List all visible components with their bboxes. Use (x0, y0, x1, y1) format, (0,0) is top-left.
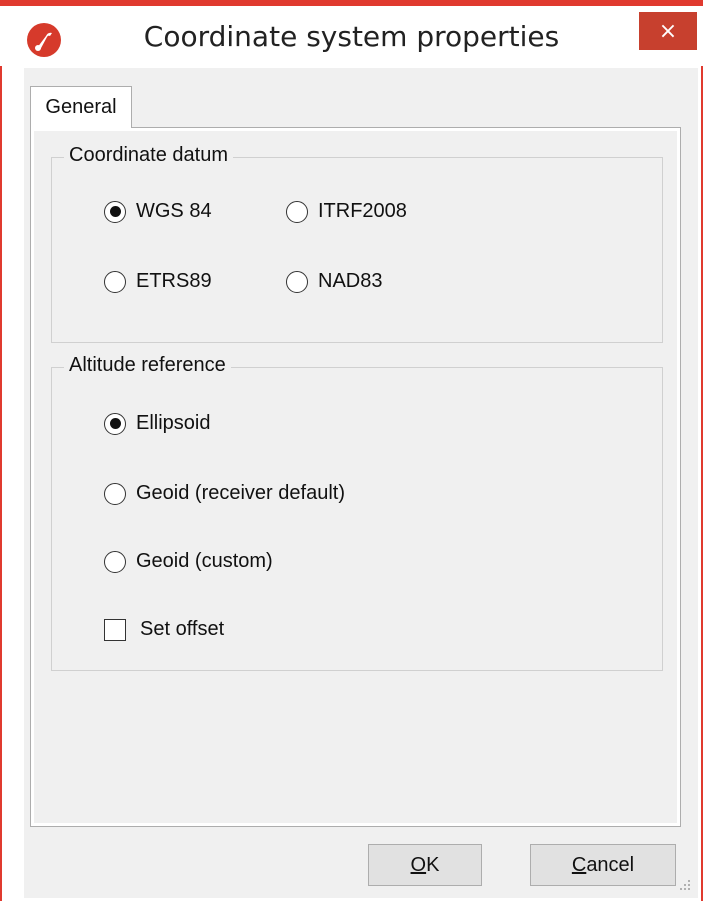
radio-itrf2008[interactable]: ITRF2008 (286, 200, 407, 223)
radio-ellipsoid-label: Ellipsoid (136, 412, 211, 434)
set-offset-checkbox-indicator (104, 618, 126, 641)
coordinate-datum-legend: Coordinate datum (64, 144, 233, 167)
window-frame-left (0, 6, 2, 901)
radio-wgs84[interactable]: WGS 84 (104, 200, 212, 223)
radio-etrs89-label: ETRS89 (136, 270, 212, 292)
altitude-reference-group: Altitude reference Ellipsoid Geoid (rece… (51, 354, 663, 671)
set-offset-checkbox[interactable]: Set offset (104, 618, 224, 641)
radio-wgs84-label: WGS 84 (136, 200, 212, 222)
radio-itrf2008-label: ITRF2008 (318, 200, 407, 222)
radio-ellipsoid-indicator (104, 412, 126, 435)
radio-etrs89-indicator (104, 270, 126, 293)
ok-button[interactable]: OK (368, 844, 482, 886)
dialog-client-area: General Coordinate datum WGS 84 ITRF2008 (24, 68, 698, 898)
cancel-button[interactable]: Cancel (530, 844, 676, 886)
tab-general[interactable]: General (30, 86, 132, 128)
dialog-window: Coordinate system properties × General C… (0, 0, 703, 901)
radio-selected-dot (109, 418, 121, 429)
radio-nad83[interactable]: NAD83 (286, 270, 382, 293)
tab-panel-general: Coordinate datum WGS 84 ITRF2008 ETRS89 (30, 127, 681, 827)
radio-geoid-receiver-default[interactable]: Geoid (receiver default) (104, 482, 345, 505)
title-bar[interactable]: Coordinate system properties × (0, 6, 703, 66)
radio-wgs84-indicator (104, 200, 126, 223)
radio-nad83-indicator (286, 270, 308, 293)
radio-itrf2008-indicator (286, 200, 308, 223)
close-icon: × (658, 18, 678, 44)
radio-ellipsoid[interactable]: Ellipsoid (104, 412, 210, 435)
window-title: Coordinate system properties (143, 20, 560, 53)
radio-geoid-custom-indicator (104, 550, 126, 573)
radio-geoid-custom-label: Geoid (custom) (136, 550, 273, 572)
cancel-button-label: Cancel (571, 853, 635, 876)
ok-button-label: OK (410, 853, 440, 876)
radio-geoid-receiver-default-indicator (104, 482, 126, 505)
radio-selected-dot (109, 206, 121, 217)
set-offset-label: Set offset (140, 618, 225, 640)
close-button[interactable]: × (639, 12, 697, 50)
radio-nad83-label: NAD83 (318, 270, 383, 292)
radio-geoid-receiver-default-label: Geoid (receiver default) (136, 482, 345, 504)
altitude-reference-legend: Altitude reference (64, 354, 231, 377)
resize-grip-icon[interactable] (676, 876, 692, 892)
radio-etrs89[interactable]: ETRS89 (104, 270, 212, 293)
radio-geoid-custom[interactable]: Geoid (custom) (104, 550, 273, 573)
coordinate-datum-group: Coordinate datum WGS 84 ITRF2008 ETRS89 (51, 144, 663, 343)
tab-panel-content: Coordinate datum WGS 84 ITRF2008 ETRS89 (34, 131, 677, 823)
